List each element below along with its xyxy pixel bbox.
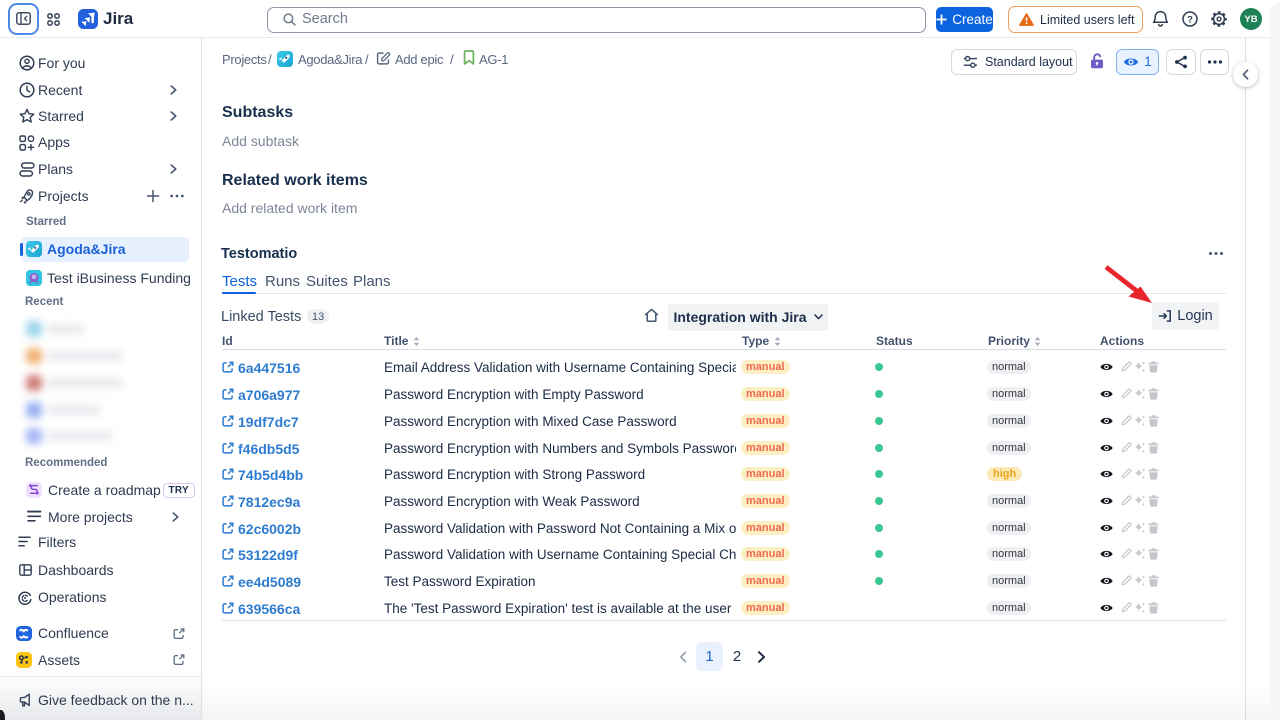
svg-text:?: ? xyxy=(1187,14,1193,25)
